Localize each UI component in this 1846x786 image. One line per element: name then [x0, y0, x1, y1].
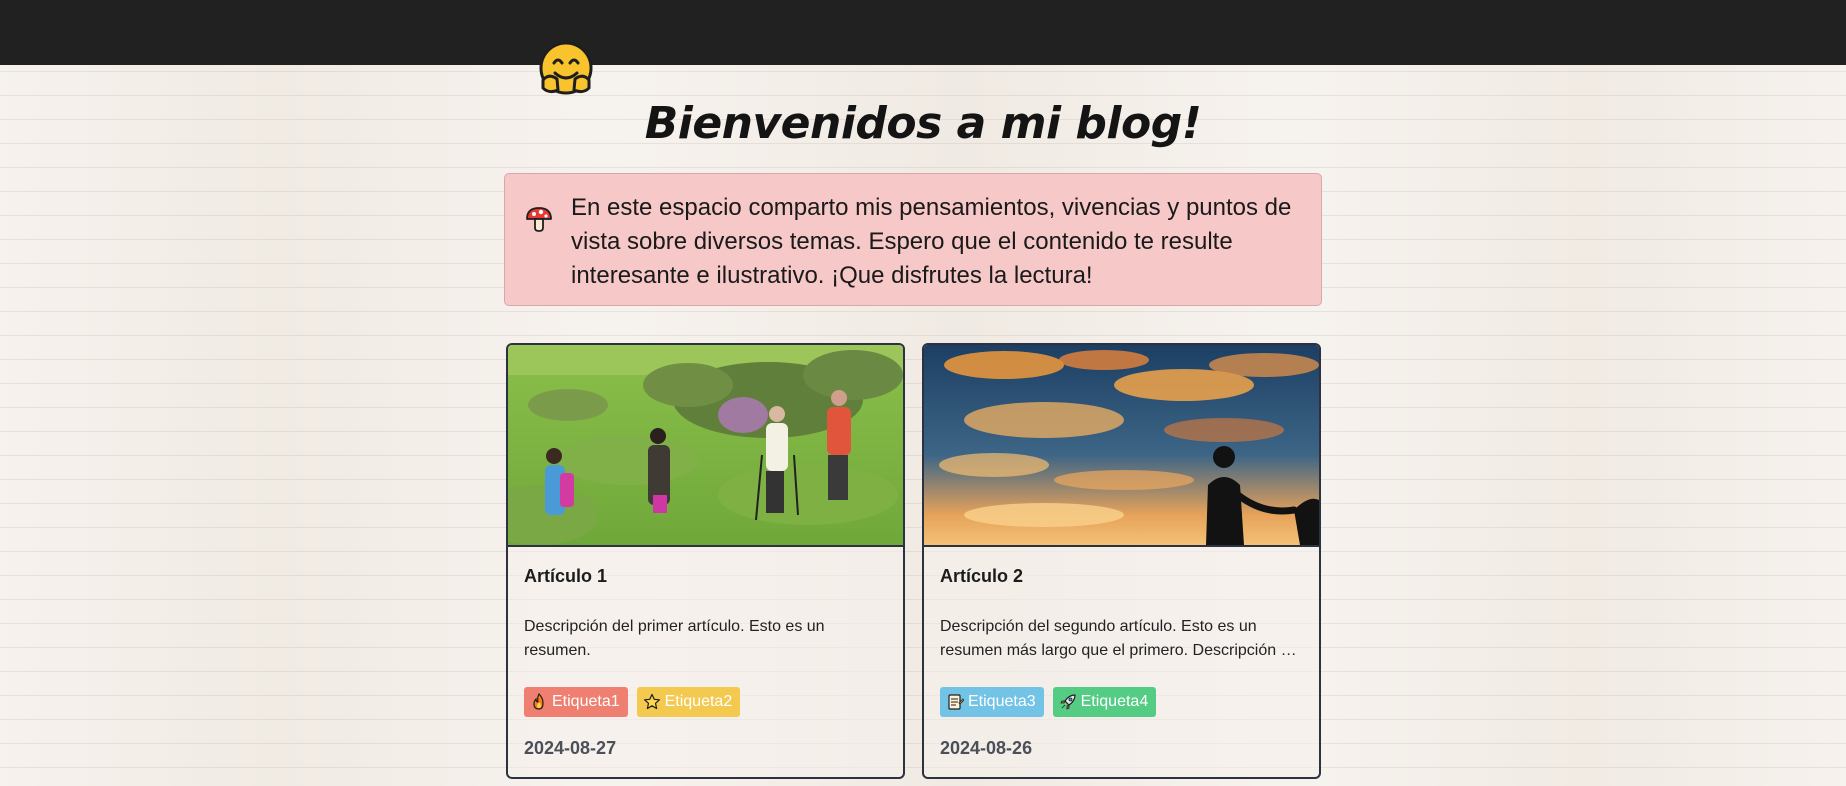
article-tags: Etiqueta3 Etiqueta4: [940, 687, 1157, 717]
article-image[interactable]: [508, 345, 903, 547]
fire-icon: [533, 693, 544, 710]
rocket-icon: [1059, 694, 1076, 710]
intro-alert: En este espacio comparto mis pensamiento…: [504, 173, 1322, 306]
article-date: 2024-08-26: [940, 738, 1033, 758]
hugging-face-emoji-icon[interactable]: [537, 40, 595, 98]
article-card[interactable]: Artículo 1 Descripción del primer artícu…: [506, 343, 905, 779]
tag-badge[interactable]: Etiqueta1: [524, 687, 628, 717]
intro-text: En este espacio comparto mis pensamiento…: [571, 194, 1292, 289]
tag-badge[interactable]: Etiqueta3: [940, 687, 1044, 717]
article-date: 2024-08-27: [524, 738, 617, 758]
tag-badge[interactable]: Etiqueta2: [636, 687, 741, 717]
tag-label: Etiqueta2: [664, 693, 733, 710]
article-title[interactable]: Artículo 2: [940, 566, 1023, 587]
tag-label: Etiqueta1: [552, 693, 620, 710]
tag-label: Etiqueta4: [1080, 693, 1149, 710]
star-icon: [643, 693, 660, 710]
top-navigation-bar: [0, 0, 1846, 65]
article-tags: Etiqueta1 Etiqueta2: [524, 687, 741, 717]
memo-icon: [948, 694, 964, 710]
page-title: Bienvenidos a mi blog!: [644, 98, 1202, 149]
article-description: Descripción del primer artículo. Esto es…: [524, 618, 825, 659]
tag-label: Etiqueta3: [968, 693, 1036, 710]
article-card[interactable]: Artículo 2 Descripción del segundo artíc…: [922, 343, 1321, 779]
article-description: Descripción del segundo artículo. Esto e…: [940, 618, 1302, 659]
article-title[interactable]: Artículo 1: [524, 566, 607, 587]
tag-badge[interactable]: Etiqueta4: [1052, 687, 1157, 717]
article-image[interactable]: [924, 345, 1319, 547]
mushroom-icon: [526, 207, 552, 232]
